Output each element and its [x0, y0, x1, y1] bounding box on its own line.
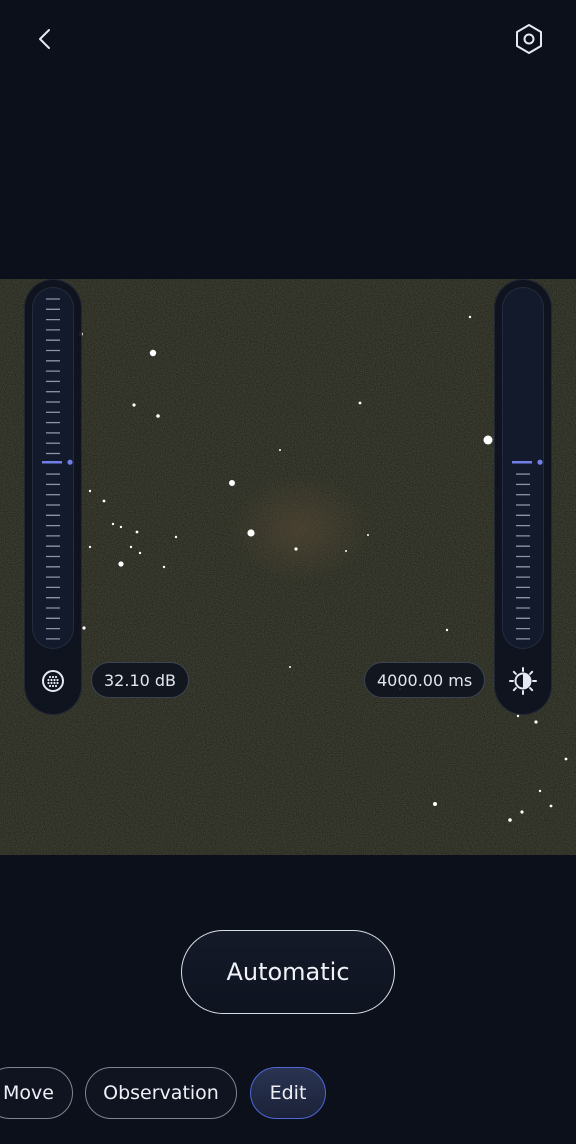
- star: [516, 714, 520, 718]
- tab-observation[interactable]: Observation: [85, 1067, 237, 1119]
- gain-value-readout: 32.10 dB: [91, 662, 189, 698]
- star: [294, 547, 298, 551]
- settings-button[interactable]: [508, 20, 550, 62]
- star: [129, 545, 133, 549]
- star: [508, 818, 512, 822]
- brightness-contrast-icon: [507, 665, 539, 697]
- star: [138, 551, 142, 555]
- star: [174, 535, 178, 539]
- exposure-level-handle[interactable]: [537, 459, 543, 465]
- star-field: [0, 279, 576, 855]
- top-bar: [0, 0, 576, 80]
- star: [118, 561, 124, 567]
- star: [162, 565, 166, 569]
- gain-slider-track[interactable]: [32, 287, 74, 649]
- star: [367, 534, 369, 536]
- gain-grid-icon: [37, 665, 69, 697]
- star: [433, 802, 437, 806]
- star: [289, 666, 291, 668]
- star: [135, 530, 139, 534]
- star: [149, 349, 157, 357]
- star: [279, 449, 281, 451]
- star: [549, 804, 553, 808]
- sky-image-preview[interactable]: [0, 279, 576, 855]
- tab-edit[interactable]: Edit: [250, 1067, 326, 1119]
- star: [132, 403, 136, 407]
- star: [564, 757, 568, 761]
- star: [229, 480, 235, 486]
- exposure-slider-track[interactable]: [502, 287, 544, 649]
- star: [534, 720, 538, 724]
- automatic-mode-button[interactable]: Automatic: [181, 930, 395, 1014]
- star: [483, 435, 493, 445]
- tab-move[interactable]: Move: [0, 1067, 73, 1119]
- back-button[interactable]: [26, 22, 64, 60]
- star: [445, 628, 449, 632]
- exposure-value-readout: 4000.00 ms: [364, 662, 485, 698]
- star: [82, 626, 86, 630]
- exposure-scale: [512, 459, 543, 640]
- star: [358, 401, 362, 405]
- hexagon-settings-icon: [512, 22, 546, 60]
- star: [88, 545, 92, 549]
- star: [345, 550, 347, 552]
- star: [156, 414, 160, 418]
- star: [247, 529, 255, 537]
- gain-slider[interactable]: [24, 279, 82, 715]
- gain-level-handle[interactable]: [67, 459, 73, 465]
- star: [111, 522, 115, 526]
- star: [88, 489, 92, 493]
- gain-scale: [42, 298, 73, 640]
- star: [468, 315, 472, 319]
- star: [119, 525, 123, 529]
- star: [102, 499, 106, 503]
- exposure-slider[interactable]: [494, 279, 552, 715]
- chevron-left-icon: [35, 27, 55, 55]
- star: [538, 789, 542, 793]
- star: [520, 810, 524, 814]
